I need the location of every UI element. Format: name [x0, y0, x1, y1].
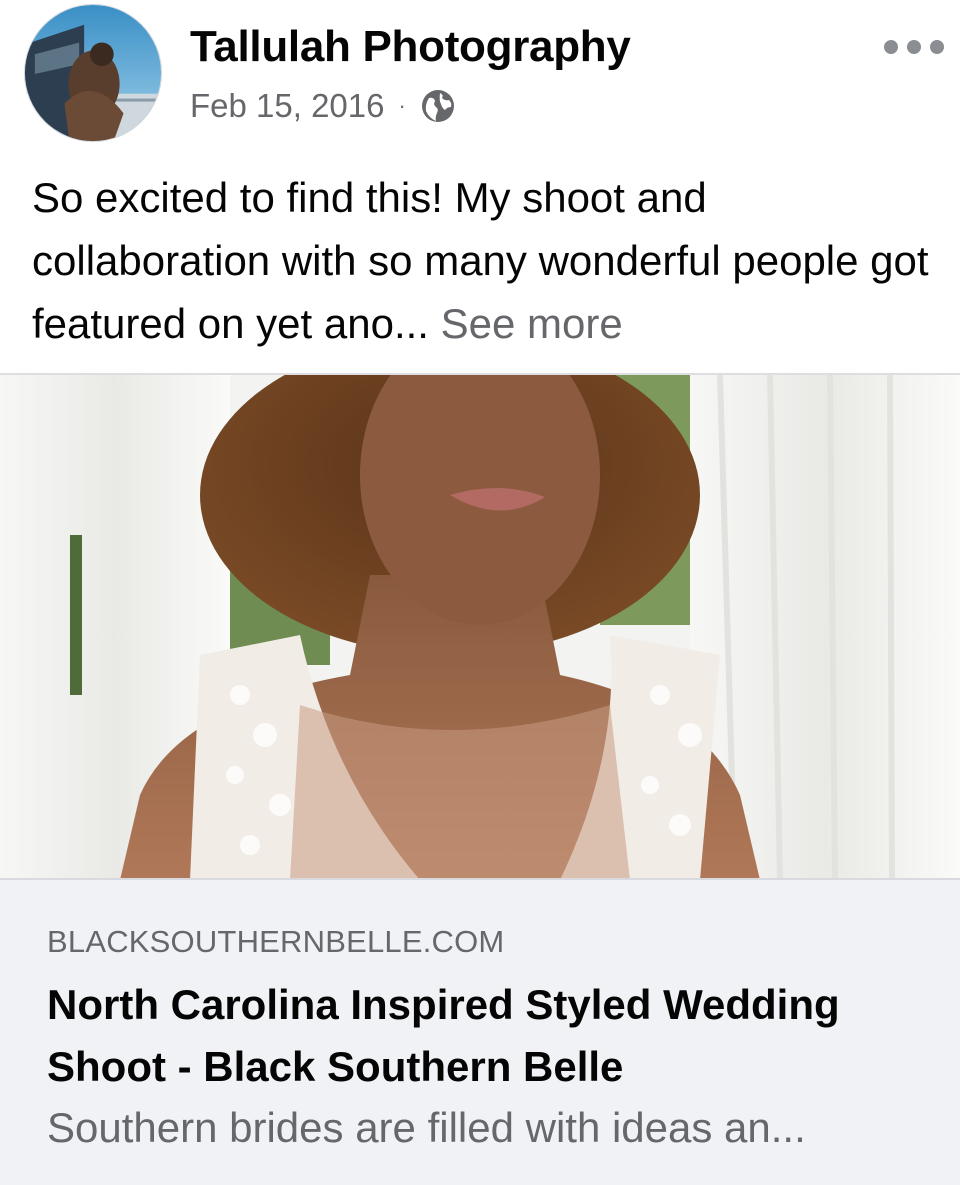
more-options-button[interactable] [884, 30, 944, 64]
post-message: So excited to find this! My shoot and co… [32, 166, 937, 355]
globe-icon[interactable] [420, 88, 456, 124]
author-name[interactable]: Tallulah Photography [190, 22, 631, 72]
post-meta: Feb 15, 2016 · [190, 84, 456, 128]
bride-portrait-photo [0, 375, 960, 880]
meta-separator: · [398, 93, 406, 118]
author-avatar[interactable] [24, 4, 162, 142]
post-text-ellipsis: ... [393, 300, 429, 347]
link-preview-image[interactable] [0, 373, 960, 880]
link-domain: BLACKSOUTHERNBELLE.COM [47, 924, 505, 959]
link-preview-card[interactable]: BLACKSOUTHERNBELLE.COM North Carolina In… [0, 878, 960, 1185]
post-date[interactable]: Feb 15, 2016 [190, 87, 385, 125]
link-title[interactable]: North Carolina Inspired Styled Wedding S… [47, 974, 927, 1098]
link-description: Southern brides are filled with ideas an… [47, 1104, 806, 1151]
more-options-icon [884, 40, 898, 54]
see-more-link[interactable]: See more [441, 300, 623, 347]
post-header: Tallulah Photography Feb 15, 2016 · [0, 0, 960, 150]
avatar-photo [25, 5, 161, 141]
